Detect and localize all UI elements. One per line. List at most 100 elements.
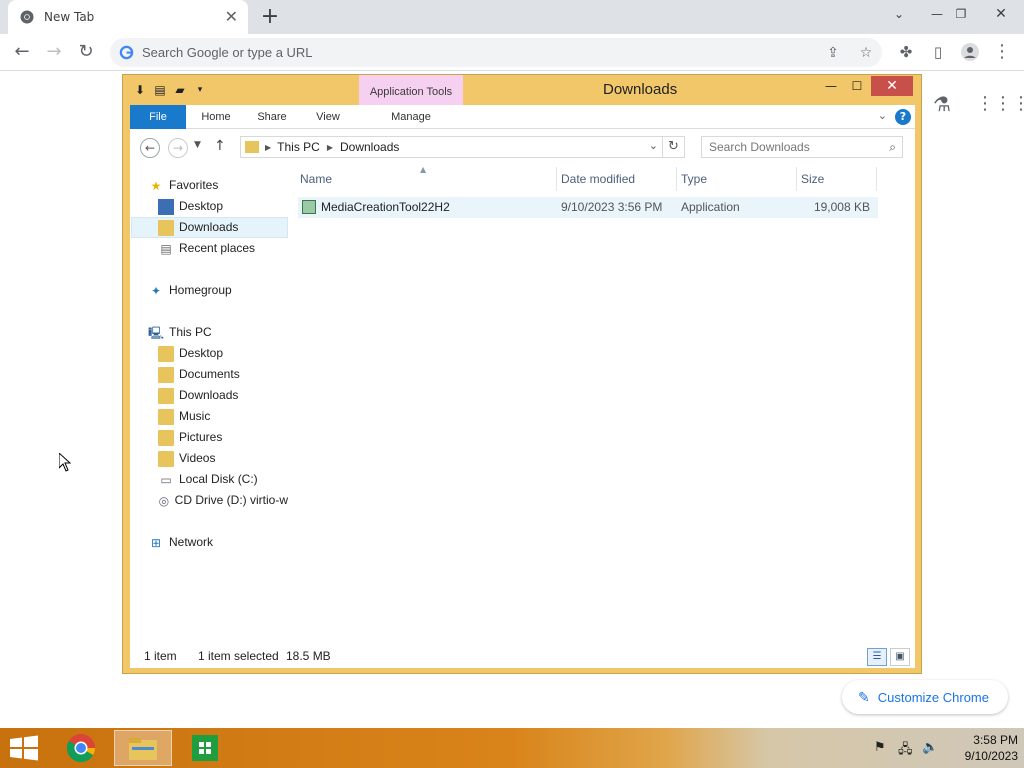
column-type[interactable]: Type [681,167,707,191]
back-arrow-icon[interactable]: ← [10,40,34,64]
nav-pc-downloads[interactable]: Downloads [158,385,238,406]
breadcrumb-downloads[interactable]: Downloads [340,140,399,154]
status-item-count: 1 item [144,649,177,663]
column-separator[interactable] [676,167,677,191]
nav-favorites-desktop[interactable]: Desktop [158,196,223,217]
tab-search-chevron-icon[interactable]: ⌄ [882,2,916,26]
address-bar[interactable]: ▶ This PC ▶ Downloads ⌄ [240,136,663,158]
help-icon[interactable]: ? [895,109,911,125]
tab-strip: New Tab ✕ + ⌄ — ❐ ✕ [0,0,1024,34]
qat-new-folder-icon[interactable]: ▤ [151,81,169,99]
search-downloads-input[interactable]: Search Downloads ⌕ [701,136,903,158]
reload-icon[interactable]: ↻ [74,40,98,64]
nav-pc-pictures[interactable]: Pictures [158,427,222,448]
nav-pc-desktop[interactable]: Desktop [158,343,223,364]
extensions-puzzle-icon[interactable]: ✤ [894,40,918,64]
pencil-icon: ✎ [858,688,870,705]
tab-manage[interactable]: Manage [359,105,463,129]
application-tools-label: Application Tools [359,75,463,109]
nav-label: Recent places [179,241,256,255]
qat-properties-icon[interactable]: ⬇ [131,81,149,99]
explorer-close-icon[interactable]: ✕ [871,76,913,96]
explorer-forward-icon[interactable]: → [168,138,188,158]
details-view-icon[interactable]: ☰ [867,648,887,666]
labs-flask-icon[interactable]: ⚗ [928,90,956,118]
nav-favorites[interactable]: ★ Favorites [148,175,219,196]
nav-pc-videos[interactable]: Videos [158,448,215,469]
file-row[interactable]: MediaCreationTool22H2 9/10/2023 3:56 PM … [298,197,878,218]
status-bar: 1 item 1 item selected 18.5 MB ☰ ▣ [130,644,915,668]
refresh-icon[interactable]: ↻ [663,136,685,158]
computer-icon: 🖳 [148,325,165,340]
address-row: ← → ▼ ↑ ▶ This PC ▶ Downloads ⌄ ↻ Search… [130,129,915,167]
nav-pc-music[interactable]: Music [158,406,210,427]
network-tray-icon[interactable]: 🖧 [898,740,913,762]
nav-favorites-downloads[interactable]: Downloads [131,217,288,238]
folder-icon [158,345,174,362]
forward-arrow-icon[interactable]: → [42,40,66,64]
large-icons-view-icon[interactable]: ▣ [890,648,910,666]
folder-icon [158,366,174,383]
side-panel-icon[interactable]: ▯ [926,40,950,64]
share-icon[interactable]: ⇪ [824,44,842,62]
status-selected: 1 item selected [198,649,279,663]
tab-share[interactable]: Share [250,105,294,129]
explorer-minimize-icon[interactable]: — [819,76,843,96]
nav-cd-drive[interactable]: ◎ CD Drive (D:) virtio-w [158,490,288,511]
nav-label: Desktop [179,346,224,360]
column-separator[interactable] [876,167,877,191]
apps-grid-icon[interactable]: ⋮⋮⋮ [976,90,1024,118]
nav-homegroup[interactable]: ✦ Homegroup [148,280,232,301]
clock-date: 9/10/2023 [964,749,1018,763]
address-dropdown-chevron-icon[interactable]: ⌄ [649,139,658,152]
downloads-folder-icon [245,141,259,153]
nav-this-pc[interactable]: 🖳 This PC [148,322,212,343]
action-center-flag-icon[interactable]: ⚑ [874,740,886,755]
column-separator[interactable] [556,167,557,191]
nav-local-disk[interactable]: ▭ Local Disk (C:) [158,469,258,490]
taskbar-chrome-icon[interactable] [52,730,110,766]
file-size: 19,008 KB [813,200,870,214]
ribbon-expand-chevron-icon[interactable]: ⌄ [878,109,887,122]
customize-chrome-button[interactable]: ✎ Customize Chrome [842,680,1008,714]
column-date-modified[interactable]: Date modified [561,167,635,191]
chrome-favicon-icon [20,10,34,24]
tab-close-icon[interactable]: ✕ [225,9,238,25]
omnibox[interactable]: Search Google or type a URL ⇪ ☆ [110,38,882,67]
tab-home[interactable]: Home [194,105,238,129]
profile-avatar-icon[interactable] [958,40,982,64]
restore-icon[interactable]: ❐ [944,2,978,26]
customize-chrome-label: Customize Chrome [877,689,989,705]
clock-time: 3:58 PM [973,733,1018,747]
nav-network[interactable]: ⊞ Network [148,532,213,553]
tab-new-tab[interactable]: New Tab ✕ [8,0,248,34]
breadcrumb-this-pc[interactable]: This PC [277,140,320,154]
nav-label: Homegroup [169,283,232,297]
homegroup-icon: ✦ [150,283,162,298]
recent-locations-chevron-icon[interactable]: ▼ [194,140,201,150]
nav-label: Downloads [179,220,239,234]
nav-pc-documents[interactable]: Documents [158,364,240,385]
tab-file[interactable]: File [130,105,186,129]
explorer-maximize-icon[interactable]: ☐ [845,76,869,96]
nav-label: Local Disk (C:) [179,472,258,486]
tab-view[interactable]: View [306,105,350,129]
up-arrow-icon[interactable]: ↑ [214,138,226,154]
more-menu-icon[interactable]: ⋮ [990,40,1014,64]
system-clock[interactable]: 3:58 PM 9/10/2023 [940,732,1018,764]
windows-start-icon[interactable] [8,734,40,762]
qat-folder-icon[interactable]: ▰ [171,81,189,99]
column-separator[interactable] [796,167,797,191]
close-window-icon[interactable]: ✕ [984,2,1018,26]
taskbar-file-explorer-icon[interactable] [114,730,172,766]
qat-customize-chevron-icon[interactable]: ▾ [191,81,209,99]
breadcrumb-separator-icon: ▶ [326,142,333,152]
explorer-back-icon[interactable]: ← [140,138,160,158]
taskbar-store-icon[interactable] [176,730,234,766]
column-size[interactable]: Size [801,167,824,191]
column-name[interactable]: Name [300,167,332,191]
nav-recent-places[interactable]: ▤ Recent places [158,238,255,259]
volume-muted-icon[interactable]: 🔈 [922,740,938,755]
bookmark-star-icon[interactable]: ☆ [857,44,875,62]
new-tab-plus-icon[interactable]: + [258,5,282,29]
